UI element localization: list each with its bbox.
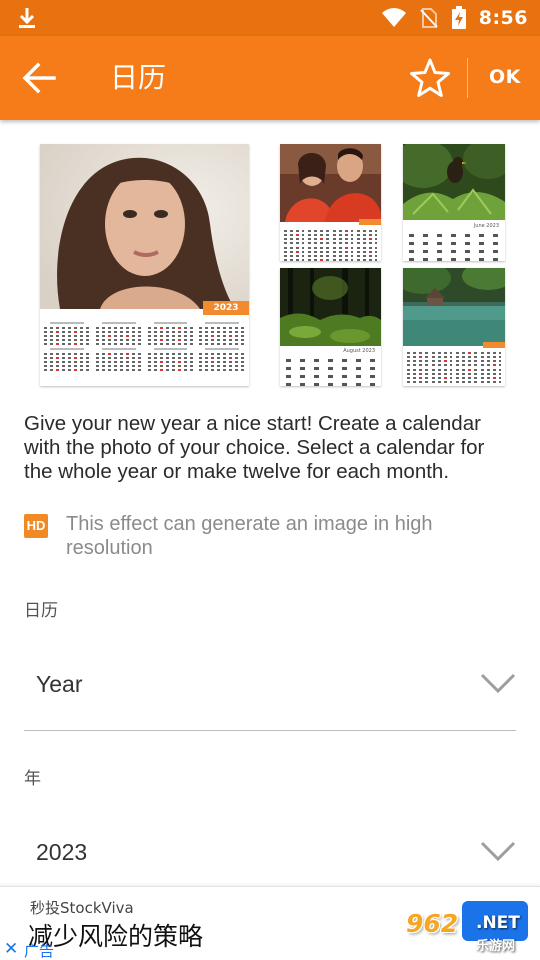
calendar-preview: 2023 June 2023 August 2023 xyxy=(0,120,540,390)
hd-icon: HD xyxy=(24,514,48,538)
arrow-left-icon[interactable] xyxy=(18,58,60,98)
watermark-logo: 962 .NET 乐游网 xyxy=(404,909,534,959)
june-month-title: June 2023 xyxy=(473,223,499,229)
clock: 8:56 xyxy=(478,7,528,29)
ad-tag: 广告 xyxy=(24,942,55,960)
hd-notice-text: This effect can generate an image in hig… xyxy=(66,513,433,559)
preview-couple-calendar xyxy=(280,144,381,261)
august-grid xyxy=(286,359,375,386)
couple-photo xyxy=(280,144,381,222)
ok-button[interactable]: OK xyxy=(489,66,521,88)
calendar-type-label: 日历 xyxy=(24,601,58,621)
year-month-grid xyxy=(44,322,245,371)
preview-lake-calendar xyxy=(403,268,505,386)
no-sim-icon xyxy=(420,8,438,28)
june-grid xyxy=(409,234,499,261)
preview-year-calendar: 2023 xyxy=(40,144,249,386)
wifi-icon xyxy=(381,8,406,27)
page-title: 日历 xyxy=(110,61,167,94)
lake-month-grid xyxy=(407,352,501,383)
year-value: 2023 xyxy=(36,839,88,865)
lake-year-badge xyxy=(483,342,505,348)
couple-year-badge xyxy=(359,219,381,225)
preview-forest-calendar: August 2023 xyxy=(280,268,381,386)
effect-description: Give your new year a nice start! Create … xyxy=(24,412,485,483)
star-outline-icon[interactable] xyxy=(408,56,452,100)
calendar-type-value: Year xyxy=(36,671,83,697)
bird-photo xyxy=(403,144,505,220)
calendar-type-dropdown[interactable]: Year xyxy=(24,631,516,731)
couple-month-grid xyxy=(284,230,377,261)
status-bar: 8:56 xyxy=(0,0,540,36)
toolbar: 日历 OK xyxy=(0,36,540,120)
preview-bird-calendar: June 2023 xyxy=(403,144,505,261)
year-dropdown[interactable]: 2023 xyxy=(24,799,516,899)
battery-charging-icon xyxy=(451,6,466,29)
ad-banner[interactable]: 秒投StockViva 减少风险的策略 ✕ 广告 962 .NET 乐游网 xyxy=(0,886,540,960)
portrait-photo xyxy=(40,144,249,309)
download-icon xyxy=(19,8,35,28)
watermark-domain: .NET xyxy=(476,913,520,933)
ad-advertiser: 秒投StockViva xyxy=(30,899,134,917)
chevron-down-icon xyxy=(480,841,516,862)
august-month-title: August 2023 xyxy=(343,348,375,354)
ad-headline[interactable]: 减少风险的策略 xyxy=(28,917,203,953)
toolbar-divider xyxy=(467,58,468,98)
watermark-number: 962 xyxy=(406,909,459,938)
chevron-down-icon xyxy=(480,673,516,694)
watermark-site: 乐游网 xyxy=(476,939,516,954)
forest-photo xyxy=(280,268,381,346)
ad-close-icon[interactable]: ✕ xyxy=(4,939,18,959)
year-label: 年 xyxy=(24,769,41,789)
year-badge: 2023 xyxy=(203,301,249,315)
lake-photo xyxy=(403,268,505,346)
